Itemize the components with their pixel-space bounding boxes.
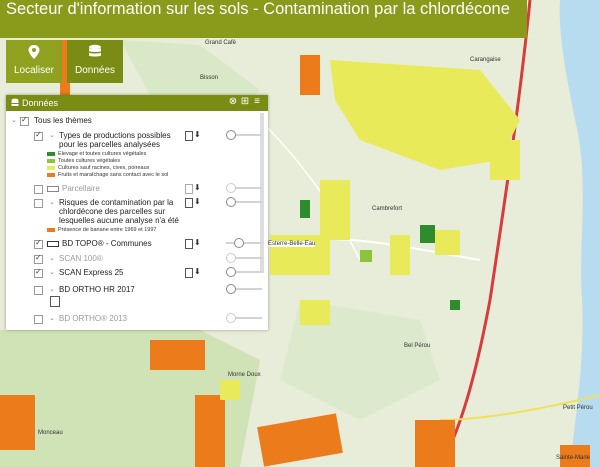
chevron-down-icon[interactable]: ⌄ [49, 198, 55, 206]
legend-item: Fruits et maraîchage sans contact avec l… [47, 172, 168, 178]
document-icon[interactable] [185, 131, 193, 141]
layer-checkbox[interactable] [34, 199, 43, 208]
close-icon[interactable]: ⊗ [228, 97, 238, 107]
outline-icon [47, 186, 59, 192]
database-icon [11, 98, 19, 106]
chevron-down-icon[interactable]: ⌄ [49, 285, 55, 293]
layer-name: Parcellaire [62, 184, 100, 193]
localiser-label: Localiser [13, 65, 55, 76]
layer-checkbox[interactable] [34, 130, 43, 141]
opacity-slider[interactable] [226, 197, 262, 207]
donnees-label: Données [74, 65, 116, 76]
download-icon[interactable]: ⬇ [194, 184, 201, 192]
layer-name: BD ORTHO® 2013 [59, 314, 127, 323]
download-icon[interactable]: ⬇ [194, 239, 201, 247]
opacity-slider[interactable] [226, 130, 262, 140]
legend-item: Toutes cultures végétales [47, 158, 120, 164]
download-icon[interactable]: ⬇ [194, 268, 201, 276]
legend-item: Elevage et toutes cultures végétales [47, 151, 146, 157]
document-icon[interactable] [185, 268, 193, 278]
opacity-slider[interactable] [226, 284, 262, 294]
legend-item: Présence de banane entre 1969 et 1997 [47, 227, 156, 233]
document-icon[interactable] [185, 239, 193, 249]
download-icon[interactable]: ⬇ [194, 198, 201, 206]
map-label-bisson: Bisson [200, 75, 219, 81]
layer-name: Risques de contamination par la chlordéc… [59, 198, 179, 225]
opacity-slider[interactable] [226, 313, 262, 323]
localiser-button[interactable]: Localiser [6, 40, 62, 83]
outline-icon [47, 241, 59, 247]
map-label-cambrefort: Cambrefort [372, 206, 403, 212]
layer-name: SCAN Express 25 [59, 268, 124, 277]
document-icon[interactable] [185, 198, 193, 208]
layer-checkbox[interactable] [34, 238, 43, 249]
map-label-grand-cafe: Grand Café [205, 40, 237, 46]
title-bar: Secteur d'information sur les sols - Con… [0, 0, 527, 38]
all-themes-label: Tous les thèmes [34, 116, 92, 125]
chevron-down-icon[interactable]: ⌄ [49, 254, 55, 262]
layer-name: SCAN 100® [59, 254, 103, 263]
map-pin-icon [28, 45, 40, 59]
menu-icon[interactable]: ≡ [252, 97, 262, 107]
map-label-monceau: Monceau [38, 430, 63, 436]
document-icon[interactable] [185, 184, 193, 194]
layer-checkbox[interactable] [34, 267, 43, 278]
panel-header: Données ⊗ ⊞ ≡ [6, 95, 268, 111]
donnees-button[interactable]: Données [67, 40, 123, 83]
page-title: Secteur d'information sur les sols - Con… [6, 0, 510, 18]
all-themes-checkbox[interactable] [20, 115, 29, 126]
layer-name: BD TOPO® - Communes [62, 239, 152, 248]
layer-name: Types de productions possibles pour les … [59, 131, 171, 149]
layer-name: BD ORTHO HR 2017 [59, 285, 135, 294]
layer-checkbox[interactable] [34, 315, 43, 324]
map-label-petit-perou: Petit Pérou [563, 405, 593, 411]
chevron-down-icon[interactable]: ⌄ [49, 268, 55, 276]
panel-scrollbar[interactable] [260, 113, 264, 273]
document-icon[interactable] [50, 296, 60, 307]
add-icon[interactable]: ⊞ [240, 97, 250, 107]
data-panel: Données ⊗ ⊞ ≡ ⌄ Tous les thèmes ⌄ Types … [6, 95, 268, 330]
map-label-bel-perou: Bel Pérou [404, 343, 431, 349]
opacity-slider[interactable] [226, 183, 262, 193]
opacity-slider[interactable] [226, 253, 262, 263]
layer-checkbox[interactable] [34, 286, 43, 295]
map-label-carangaise: Carangaise [470, 57, 501, 63]
download-icon[interactable]: ⬇ [194, 131, 201, 139]
layer-checkbox[interactable] [34, 253, 43, 264]
opacity-slider[interactable] [226, 238, 262, 248]
legend-item: Cultures sauf racines, cives, poireaux [47, 165, 149, 171]
chevron-down-icon[interactable]: ⌄ [49, 314, 55, 322]
chevron-down-icon[interactable]: ⌄ [11, 116, 17, 124]
layer-checkbox[interactable] [34, 185, 43, 194]
map-label-sainte-marie: Sainte-Marie [556, 455, 591, 461]
map-label-esterre: Esterre-Belle-Eau [268, 241, 316, 247]
chevron-down-icon[interactable]: ⌄ [49, 131, 55, 139]
opacity-slider[interactable] [226, 267, 262, 277]
database-icon [89, 44, 101, 57]
panel-title: Données [22, 98, 59, 108]
map-label-morne: Morne Doux [228, 372, 261, 378]
